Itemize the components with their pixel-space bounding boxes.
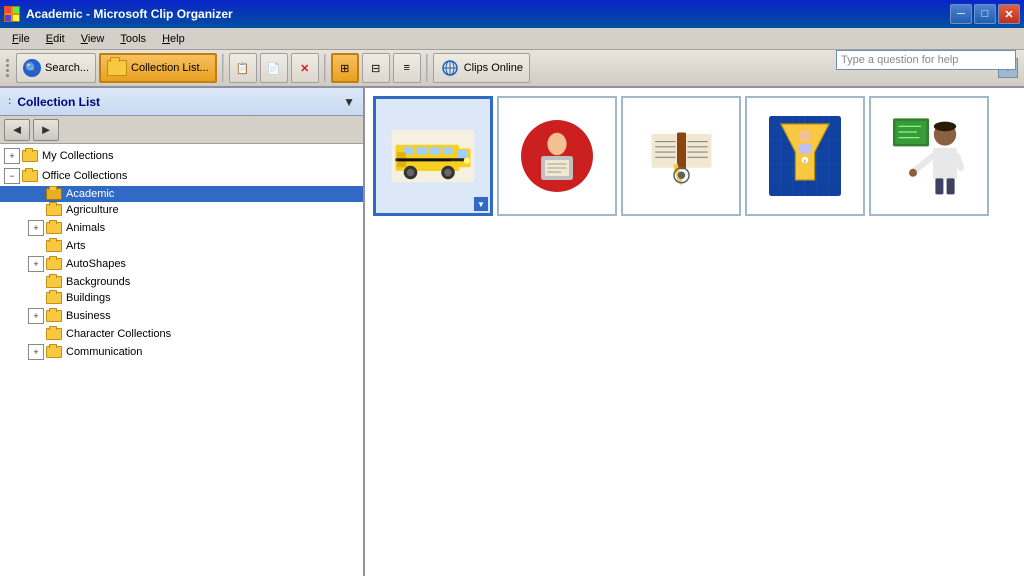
- menu-tools[interactable]: Tools: [112, 31, 154, 47]
- delete-icon: ✕: [300, 62, 309, 75]
- panel-header: : Collection List ▼: [0, 88, 363, 116]
- search-button[interactable]: 🔍 Search...: [16, 53, 96, 83]
- title-bar: Academic - Microsoft Clip Organizer ─ □ …: [0, 0, 1024, 28]
- back-button[interactable]: ◄: [4, 119, 30, 141]
- main-area: : Collection List ▼ ◄ ► + My Collections…: [0, 88, 1024, 576]
- folder-icon-animals: [46, 222, 62, 234]
- toolbar-separator-3: [426, 54, 428, 82]
- toolbar-separator-2: [324, 54, 326, 82]
- expand-autoshapes[interactable]: +: [28, 256, 44, 272]
- thumbnails-icon: ⊞: [340, 62, 349, 75]
- clip-item-funnel[interactable]: i: [745, 96, 865, 216]
- collection-folder-icon: [107, 60, 127, 76]
- app-icon: [4, 6, 20, 22]
- paste-icon: 📄: [267, 62, 281, 75]
- clip-item-apple[interactable]: [497, 96, 617, 216]
- view-list-icon: ≡: [403, 62, 409, 74]
- clip-books-image: [644, 119, 719, 194]
- toolbar-separator-1: [222, 54, 224, 82]
- right-panel: ▼: [365, 88, 1024, 576]
- tree-item-character-collections[interactable]: Character Collections: [0, 326, 363, 342]
- tree-item-office-collections[interactable]: − Office Collections: [0, 166, 363, 186]
- tree-item-autoshapes[interactable]: + AutoShapes: [0, 254, 363, 274]
- folder-icon-character-collections: [46, 328, 62, 340]
- view-small-button[interactable]: ⊟: [362, 53, 390, 83]
- clip-item-bus[interactable]: ▼: [373, 96, 493, 216]
- clips-online-button[interactable]: Clips Online: [433, 53, 530, 83]
- svg-text:i: i: [804, 158, 805, 164]
- clip-apple-image: [517, 116, 597, 196]
- window-controls: ─ □ ✕: [950, 4, 1020, 24]
- clip-bus-image: [388, 121, 478, 191]
- clip-teacher-image: [889, 111, 969, 201]
- expand-communication[interactable]: +: [28, 344, 44, 360]
- forward-button[interactable]: ►: [33, 119, 59, 141]
- copy-button[interactable]: 📋: [229, 53, 257, 83]
- tree-item-backgrounds[interactable]: Backgrounds: [0, 274, 363, 290]
- folder-icon-communication: [46, 346, 62, 358]
- menu-view[interactable]: View: [73, 31, 113, 47]
- expand-office-collections[interactable]: −: [4, 168, 20, 184]
- copy-icon: 📋: [236, 62, 250, 75]
- folder-icon-buildings: [46, 292, 62, 304]
- tree-item-academic[interactable]: Academic: [0, 186, 363, 202]
- tree-item-animals[interactable]: + Animals: [0, 218, 363, 238]
- clip-funnel-image: i: [765, 111, 845, 201]
- folder-icon-my-collections: [22, 150, 38, 162]
- clip-item-teacher[interactable]: [869, 96, 989, 216]
- tree-item-buildings[interactable]: Buildings: [0, 290, 363, 306]
- folder-icon-agriculture: [46, 204, 62, 216]
- clips-online-icon: [440, 60, 460, 76]
- tree-item-arts[interactable]: Arts: [0, 238, 363, 254]
- expand-business[interactable]: +: [28, 308, 44, 324]
- nav-buttons: ◄ ►: [0, 116, 363, 144]
- panel-drag-dots: :: [8, 96, 11, 107]
- close-button[interactable]: ✕: [998, 4, 1020, 24]
- view-small-icon: ⊟: [371, 62, 380, 75]
- clip-dropdown-indicator[interactable]: ▼: [474, 197, 488, 211]
- menu-bar: File Edit View Tools Help Type a questio…: [0, 28, 1024, 50]
- minimize-button[interactable]: ─: [950, 4, 972, 24]
- panel-title: Collection List: [17, 95, 100, 109]
- paste-button[interactable]: 📄: [260, 53, 288, 83]
- menu-edit[interactable]: Edit: [38, 31, 73, 47]
- window-title: Academic - Microsoft Clip Organizer: [26, 7, 950, 21]
- clip-item-books[interactable]: [621, 96, 741, 216]
- search-icon: 🔍: [23, 59, 41, 77]
- help-search-input[interactable]: Type a question for help: [836, 50, 1016, 70]
- delete-button[interactable]: ✕: [291, 53, 319, 83]
- tree-container: + My Collections − Office Collections Ac…: [0, 144, 363, 576]
- folder-icon-business: [46, 310, 62, 322]
- maximize-button[interactable]: □: [974, 4, 996, 24]
- view-list-button[interactable]: ≡: [393, 53, 421, 83]
- folder-icon-academic: [46, 188, 62, 200]
- tree-item-agriculture[interactable]: Agriculture: [0, 202, 363, 218]
- expand-my-collections[interactable]: +: [4, 148, 20, 164]
- tree-item-my-collections[interactable]: + My Collections: [0, 146, 363, 166]
- folder-icon-office-collections: [22, 170, 38, 182]
- folder-icon-arts: [46, 240, 62, 252]
- tree-item-business[interactable]: + Business: [0, 306, 363, 326]
- view-thumbnails-button[interactable]: ⊞: [331, 53, 359, 83]
- folder-icon-backgrounds: [46, 276, 62, 288]
- left-panel: : Collection List ▼ ◄ ► + My Collections…: [0, 88, 365, 576]
- menu-file[interactable]: File: [4, 31, 38, 47]
- collection-list-button[interactable]: Collection List...: [99, 53, 217, 83]
- folder-icon-autoshapes: [46, 258, 62, 270]
- tree-item-communication[interactable]: + Communication: [0, 342, 363, 362]
- menu-help[interactable]: Help: [154, 31, 193, 47]
- panel-dropdown-arrow[interactable]: ▼: [343, 95, 355, 109]
- expand-animals[interactable]: +: [28, 220, 44, 236]
